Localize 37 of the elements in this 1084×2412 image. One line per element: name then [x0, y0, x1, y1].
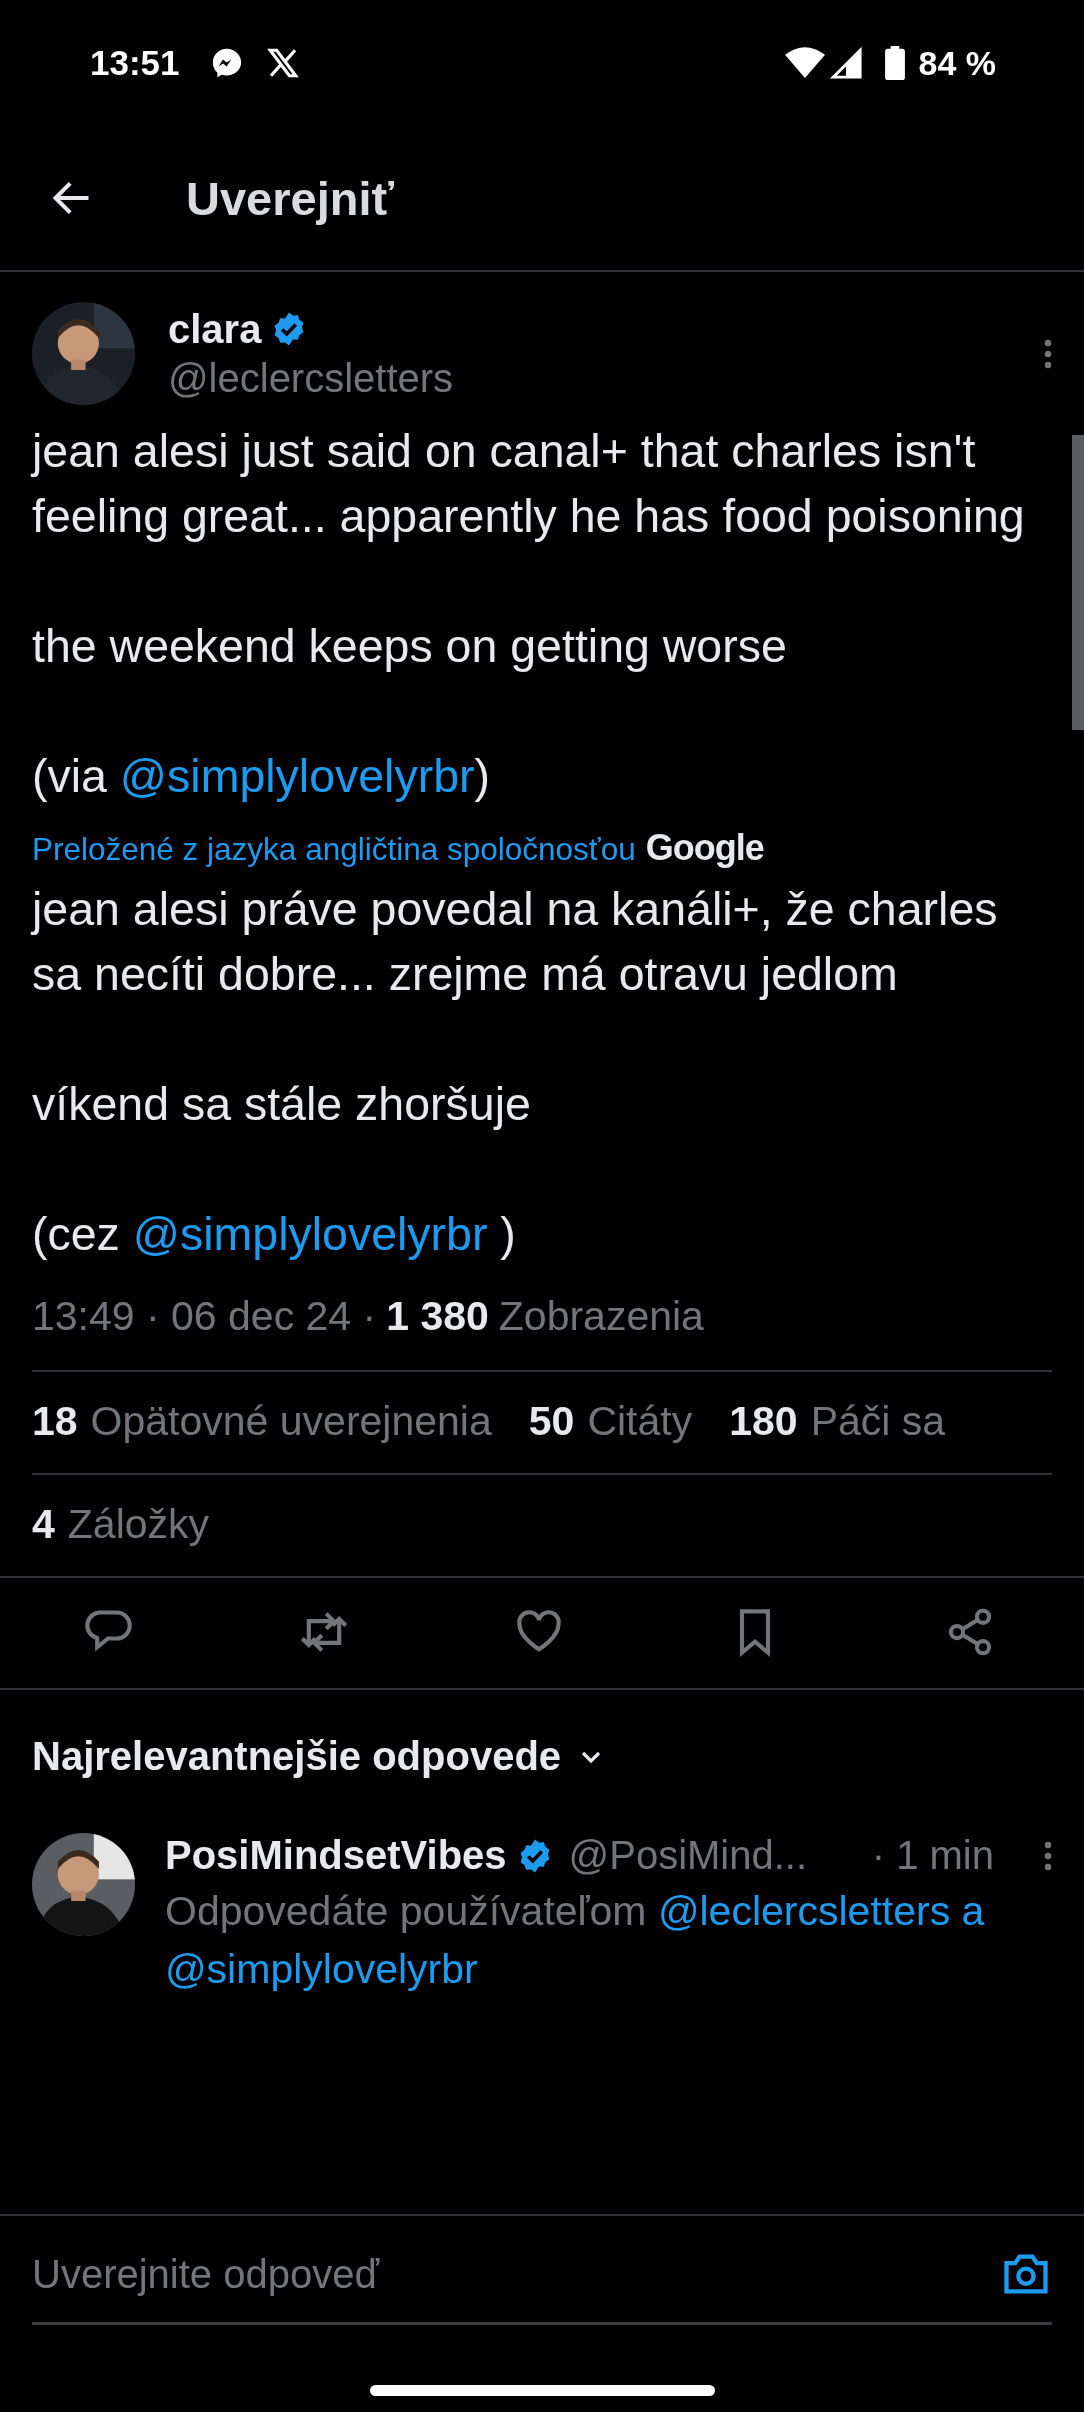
translated-text: jean alesi práve povedal na kanáli+, že charles sa necíti dobre... zrejme má otravu jedlom: [32, 882, 999, 1002]
sort-dropdown[interactable]: Najrelevantnejšie odpovede: [32, 1734, 562, 1779]
reply-input-field[interactable]: Uverejnite odpoveď: [32, 2251, 1000, 2297]
more-options-icon[interactable]: [1044, 1840, 1052, 1871]
scrollbar[interactable]: [1072, 435, 1084, 730]
post-text: jean alesi just said on canal+ that charles isn't feeling great... apparently he has food poisoning: [32, 424, 1026, 544]
reply-context: Odpovedáte používateľom @leclercsletters a @simplylovelyrbr: [165, 1887, 986, 1994]
translator-name: Google: [645, 827, 764, 869]
stat-count[interactable]: 50: [528, 1398, 575, 1445]
page-title: Uverejniť: [186, 170, 394, 226]
signal-icon: [828, 46, 863, 80]
translated-text: víkend sa stále zhoršuje: [32, 1077, 532, 1132]
post-text: the weekend keeps on getting worse: [32, 619, 788, 674]
more-options-icon[interactable]: [1044, 338, 1052, 369]
stat-label[interactable]: Páči sa: [810, 1398, 946, 1445]
translated-text: (cez @simplylovelyrbr ): [32, 1207, 517, 1262]
battery-level: 84 %: [918, 43, 996, 83]
stat-count[interactable]: 18: [32, 1398, 78, 1445]
battery-icon: [884, 46, 905, 80]
stat-count[interactable]: 180: [729, 1398, 798, 1445]
x-logo-icon: [265, 46, 300, 80]
reply-author-handle[interactable]: @PosiMind...: [568, 1833, 862, 1878]
stat-label[interactable]: Opätovné uverejnenia: [90, 1398, 492, 1445]
author-name[interactable]: clara: [168, 306, 262, 352]
post-timestamp: 13:49 · 06 dec 24 ·: [32, 1293, 377, 1340]
bookmark-label: Záložky: [67, 1501, 210, 1548]
reply-time: · 1 min: [871, 1833, 994, 1878]
stat-label[interactable]: Citáty: [587, 1398, 693, 1445]
clock: 13:51: [90, 43, 180, 83]
view-label: Zobrazenia: [498, 1293, 704, 1340]
bookmark-count: 4: [32, 1501, 55, 1548]
reply-author-name[interactable]: PosiMindsetVibes: [165, 1833, 507, 1878]
translation-note[interactable]: Preložené z jazyka angličtina spoločnosťou: [32, 831, 636, 868]
post-text: (via @simplylovelyrbr): [32, 749, 492, 804]
author-handle[interactable]: @leclercsletters: [168, 355, 1011, 401]
view-count: 1 380: [386, 1293, 489, 1340]
wifi-icon: [784, 46, 825, 80]
